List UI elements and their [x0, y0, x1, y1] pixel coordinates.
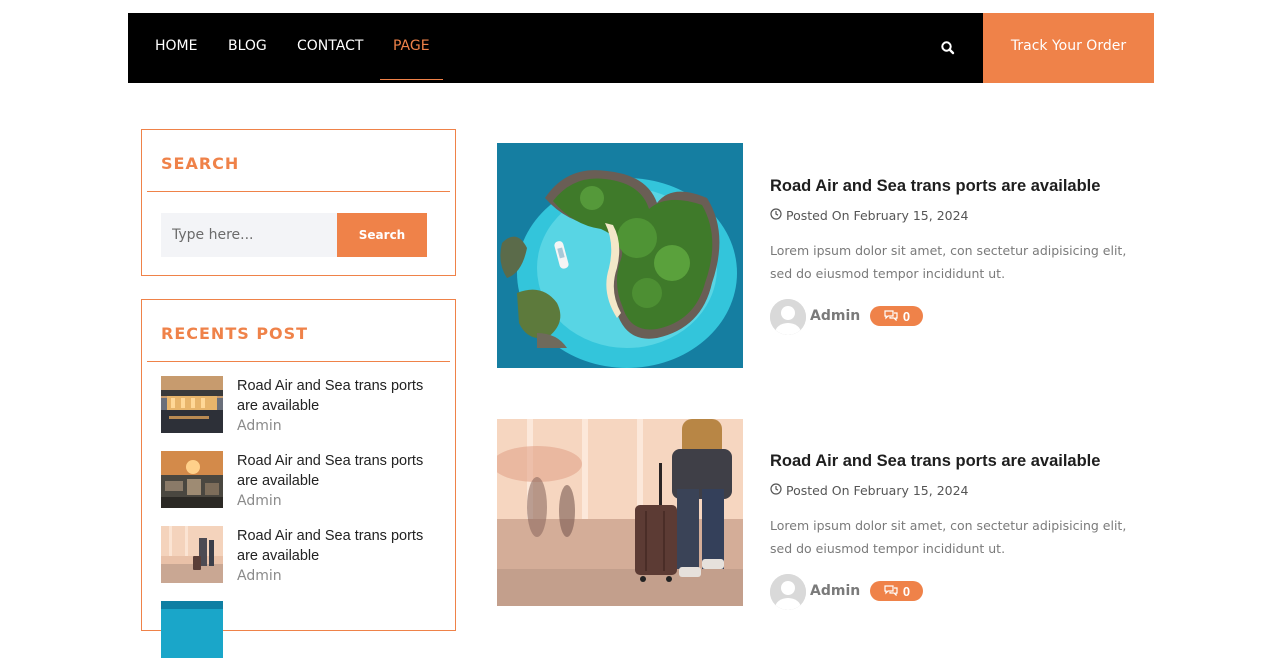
- post-excerpt: Lorem ipsum dolor sit amet, con sectetur…: [770, 243, 1127, 281]
- recent-post-thumbnail[interactable]: [161, 526, 223, 583]
- track-order-button[interactable]: Track Your Order: [983, 13, 1154, 83]
- clock-icon: [770, 208, 782, 223]
- recent-post-thumbnail[interactable]: [161, 601, 223, 658]
- search-widget: SEARCH Search: [141, 129, 456, 276]
- search-icon[interactable]: [939, 39, 957, 57]
- avatar: [770, 574, 806, 610]
- search-input[interactable]: [161, 213, 337, 257]
- post-image-airport[interactable]: [497, 419, 743, 606]
- clock-icon: [770, 483, 782, 498]
- nav-blog[interactable]: BLOG: [228, 13, 267, 79]
- post-image-island[interactable]: [497, 143, 743, 368]
- widget-divider: [147, 191, 450, 192]
- main-navbar: HOME BLOG CONTACT PAGE Track Your Order: [128, 13, 1154, 83]
- recent-post-title[interactable]: Road Air and Sea trans ports are availab…: [237, 526, 437, 566]
- widget-divider: [147, 361, 450, 362]
- recent-post-item[interactable]: Road Air and Sea trans ports are availab…: [161, 451, 441, 509]
- post-excerpt: Lorem ipsum dolor sit amet, con sectetur…: [770, 518, 1127, 556]
- post-title[interactable]: Road Air and Sea trans ports are availab…: [770, 452, 1100, 471]
- comments-icon: [883, 309, 899, 324]
- nav-contact[interactable]: CONTACT: [297, 13, 363, 79]
- avatar: [770, 299, 806, 335]
- recent-post-author: Admin: [237, 493, 282, 509]
- recent-post-item[interactable]: [161, 601, 441, 659]
- post-date-text: Posted On February 15, 2024: [786, 208, 969, 223]
- recent-posts-widget: RECENTS POST Road Air and Sea trans port…: [141, 299, 456, 658]
- recent-post-item[interactable]: Road Air and Sea trans ports are availab…: [161, 526, 441, 584]
- post-date: Posted On February 15, 2024: [770, 208, 969, 223]
- recent-post-thumbnail[interactable]: [161, 451, 223, 508]
- recent-post-author: Admin: [237, 418, 282, 434]
- comment-count: 0: [902, 308, 911, 324]
- nav-home[interactable]: HOME: [155, 13, 197, 79]
- recent-post-item[interactable]: Road Air and Sea trans ports are availab…: [161, 376, 441, 434]
- comments-icon: [883, 584, 899, 599]
- post-author[interactable]: Admin: [810, 583, 860, 599]
- recent-post-title[interactable]: Road Air and Sea trans ports are availab…: [237, 376, 437, 416]
- post-date: Posted On February 15, 2024: [770, 483, 969, 498]
- recent-post-title[interactable]: Road Air and Sea trans ports are availab…: [237, 451, 437, 491]
- comment-count-badge[interactable]: 0: [870, 581, 923, 601]
- post-title[interactable]: Road Air and Sea trans ports are availab…: [770, 177, 1100, 196]
- recent-post-thumbnail[interactable]: [161, 376, 223, 433]
- comment-count: 0: [902, 583, 911, 599]
- comment-count-badge[interactable]: 0: [870, 306, 923, 326]
- recent-post-author: Admin: [237, 568, 282, 584]
- search-button[interactable]: Search: [337, 213, 427, 257]
- post-author[interactable]: Admin: [810, 308, 860, 324]
- nav-page[interactable]: PAGE: [380, 13, 443, 80]
- post-date-text: Posted On February 15, 2024: [786, 483, 969, 498]
- search-widget-title: SEARCH: [161, 154, 240, 173]
- recent-posts-title: RECENTS POST: [161, 324, 309, 343]
